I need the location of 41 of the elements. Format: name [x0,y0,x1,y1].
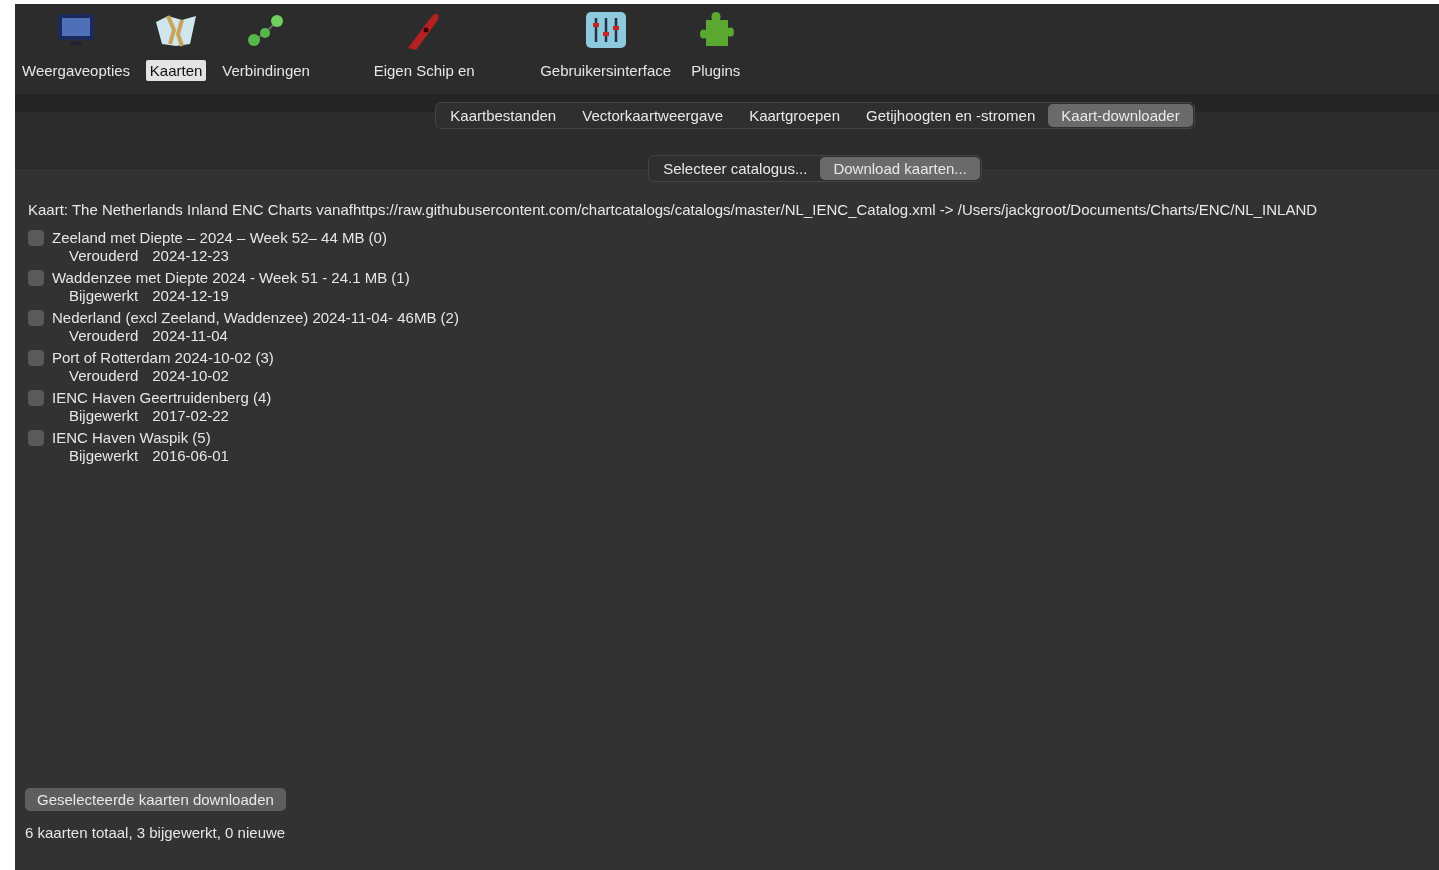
chart-title: IENC Haven Geertruidenberg (4) [52,389,272,406]
checkbox[interactable] [28,349,44,366]
checkbox[interactable] [28,309,44,326]
toolbar-item[interactable]: Plugins [687,60,745,81]
chart-date: 2024-10-02 [152,367,229,384]
tab[interactable]: Kaartgroepen [736,104,854,127]
toolbar-item[interactable]: Verbindingen [218,60,314,81]
chart-status: Verouderd [69,327,139,344]
download-button[interactable]: Geselecteerde kaarten downloaden [25,788,286,811]
checkbox[interactable] [28,389,44,406]
chart-title: Nederland (excl Zeeland, Waddenzee) 2024-11-04- 46MB (2) [52,309,459,326]
mode-button[interactable]: Download kaarten... [820,157,980,180]
checkbox[interactable] [28,269,44,286]
sliders-icon [583,10,628,50]
chart-date: 2016-06-01 [152,447,229,464]
chart-status: Verouderd [69,247,139,264]
chart-date: 2024-11-04 [152,327,228,344]
chart-status: Bijgewerkt [69,287,139,304]
chart-date: 2024-12-23 [152,247,229,264]
chart-title: Port of Rotterdam 2024-10-02 (3) [52,349,274,366]
catalog-info: Kaart: The Netherlands Inland ENC Charts vanafhttps://raw.githubusercontent.com/chartcatalogs/catalogs/master/NL_IENC_Catalog.xml -> /Users/jackgroot/Documents/Charts/ENC/NL_INLAND [28,201,1319,218]
checkbox[interactable] [28,229,44,246]
toolbar-item[interactable]: Eigen Schip en [369,60,479,81]
chart-date: 2024-12-19 [152,287,229,304]
chart-title: Waddenzee met Diepte 2024 - Week 51 - 24.1 MB (1) [52,269,410,286]
chart-status: Verouderd [69,367,139,384]
mode-button[interactable]: Selecteer catalogus... [650,157,821,180]
toolbar-item[interactable]: Weergaveopties [18,60,135,81]
chart-date: 2017-02-22 [152,407,229,424]
chart-title: Zeeland met Diepte – 2024 – Week 52– 44 MB (0) [52,229,387,246]
toolbar-item[interactable]: Gebruikersinterface [536,60,676,81]
summary-text: 6 kaarten totaal, 3 bijgewerkt, 0 nieuwe [25,824,287,841]
chart-status: Bijgewerkt [69,447,139,464]
tab[interactable]: Kaart-downloader [1048,104,1193,127]
tab[interactable]: Kaartbestanden [437,104,570,127]
toolbar-item[interactable]: Kaarten [145,60,207,81]
checkbox[interactable] [28,429,44,446]
chart-title: IENC Haven Waspik (5) [52,429,211,446]
tab[interactable]: Vectorkaartweergave [569,104,737,127]
chart-status: Bijgewerkt [69,407,139,424]
tab[interactable]: Getijhoogten en -stromen [853,104,1049,127]
